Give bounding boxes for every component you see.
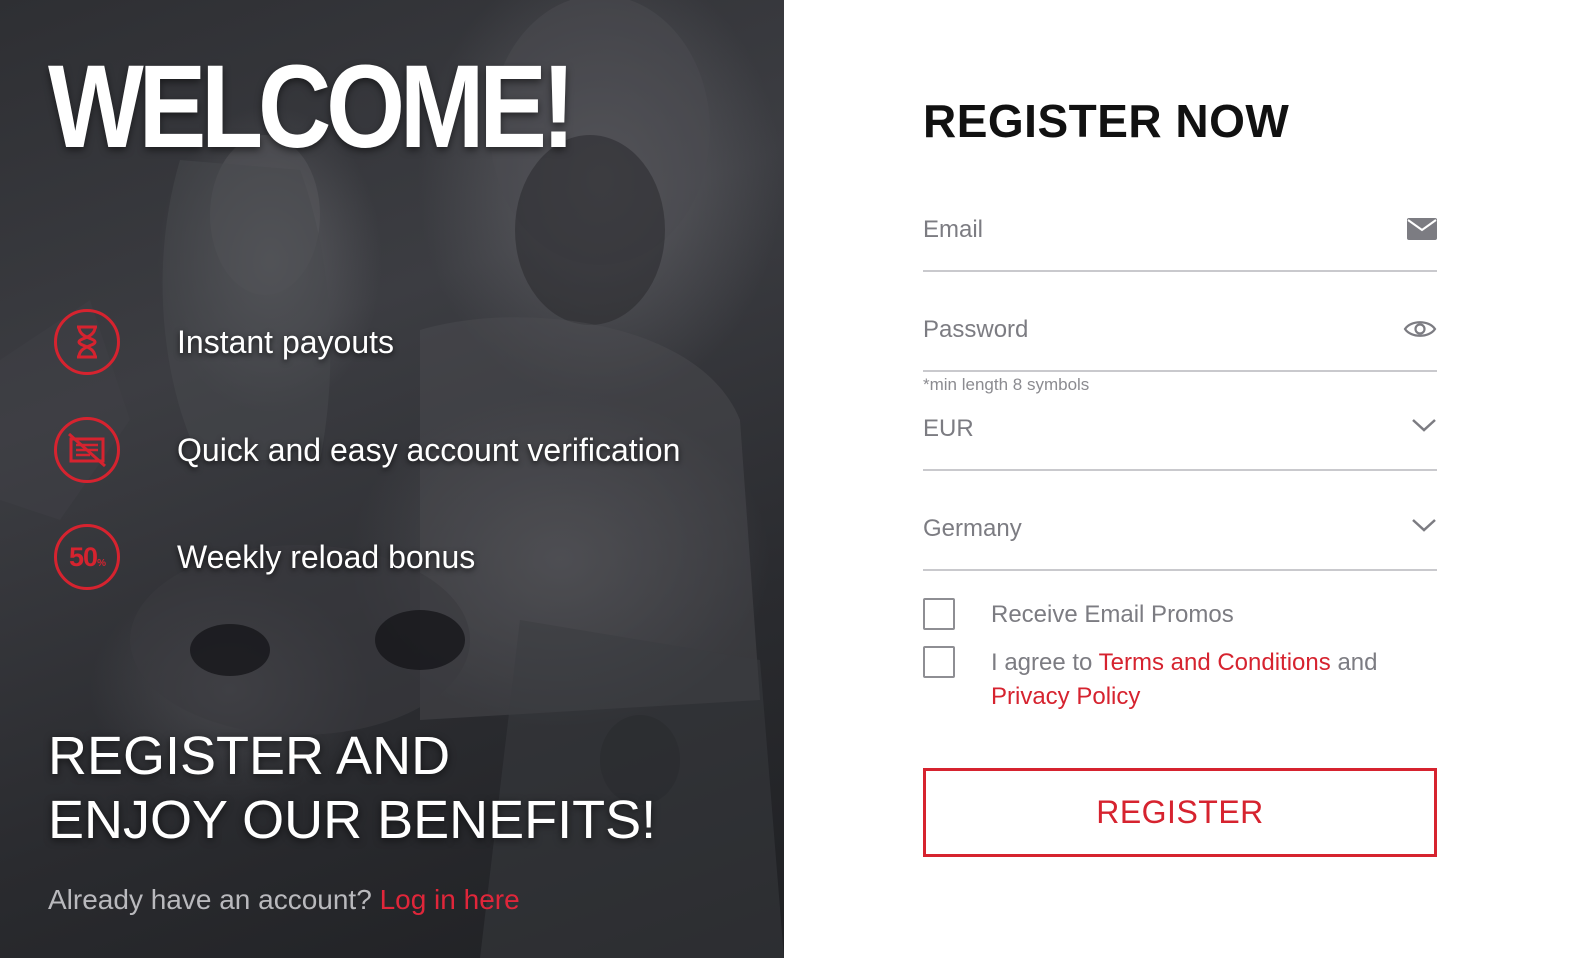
login-prompt: Already have an account? Log in here xyxy=(48,884,520,916)
currency-value: EUR xyxy=(923,415,974,442)
welcome-heading: WELCOME! xyxy=(48,41,576,173)
password-hint: *min length 8 symbols xyxy=(923,375,1090,394)
promo-panel: WELCOME! Instant payouts Quick and easy … xyxy=(0,0,784,958)
terms-option: I agree to Terms and Conditions and Priv… xyxy=(923,646,1411,714)
form-title: REGISTER NOW xyxy=(923,95,1290,147)
envelope-icon xyxy=(1407,218,1437,245)
email-promos-label: Receive Email Promos xyxy=(991,601,1234,628)
country-select[interactable]: Germany xyxy=(923,497,1437,571)
email-promos-option: Receive Email Promos xyxy=(923,598,1411,632)
register-form-panel: REGISTER NOW Email Password *min length … xyxy=(784,0,1576,958)
chevron-down-icon xyxy=(1411,417,1437,438)
login-link[interactable]: Log in here xyxy=(380,884,520,915)
hourglass-icon xyxy=(54,309,120,375)
country-value: Germany xyxy=(923,515,1022,542)
benefit-instant-payouts: Instant payouts xyxy=(54,309,754,375)
benefit-label: Instant payouts xyxy=(177,323,395,360)
chevron-down-icon xyxy=(1411,517,1437,538)
register-button[interactable]: REGISTER xyxy=(923,768,1437,857)
eye-icon[interactable] xyxy=(1403,318,1437,345)
login-prompt-text: Already have an account? xyxy=(48,884,372,915)
fifty-percent-icon: 50% xyxy=(54,524,120,590)
email-field[interactable]: Email xyxy=(923,198,1437,272)
email-placeholder: Email xyxy=(923,216,984,243)
currency-select[interactable]: EUR xyxy=(923,397,1437,471)
benefit-label: Weekly reload bonus xyxy=(177,538,476,575)
register-headline: REGISTER AND ENJOY OUR BENEFITS! xyxy=(48,726,657,850)
terms-label: I agree to Terms and Conditions and Priv… xyxy=(991,649,1378,710)
privacy-link[interactable]: Privacy Policy xyxy=(991,683,1140,710)
password-placeholder: Password xyxy=(923,316,1029,343)
no-documents-icon xyxy=(54,417,120,483)
benefit-label: Quick and easy account verification xyxy=(177,431,681,468)
password-field[interactable]: Password xyxy=(923,298,1437,372)
email-promos-checkbox[interactable] xyxy=(923,598,955,630)
benefit-verification: Quick and easy account verification xyxy=(54,417,754,483)
benefit-reload-bonus: 50% Weekly reload bonus xyxy=(54,524,754,590)
terms-checkbox[interactable] xyxy=(923,646,955,678)
terms-link[interactable]: Terms and Conditions xyxy=(1099,649,1331,676)
